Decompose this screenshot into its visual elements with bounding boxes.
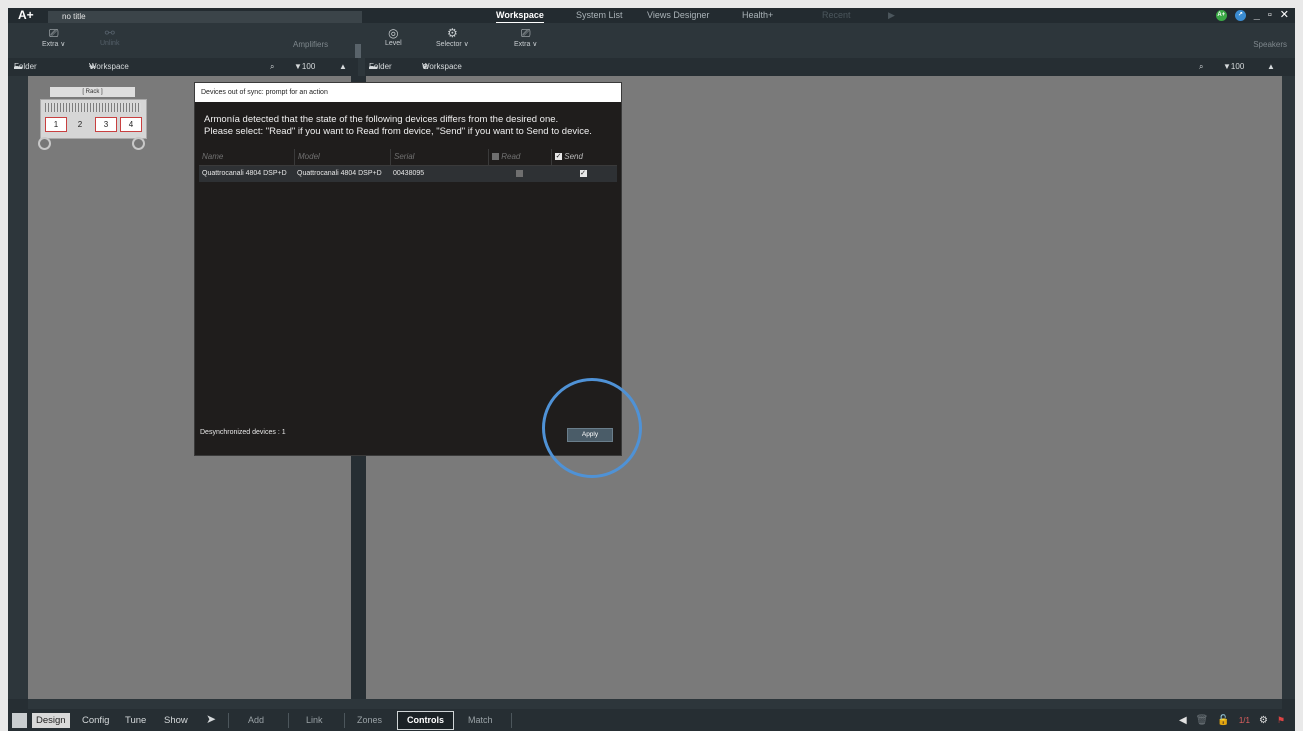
horizontal-scrollbar[interactable] [28, 699, 1282, 709]
column-send[interactable]: ✓ Send [551, 149, 615, 165]
rack-channel[interactable]: 4 [120, 117, 142, 132]
separator [511, 713, 512, 728]
rocket-icon[interactable]: ↗ [1234, 10, 1246, 21]
pointer-icon[interactable]: ➤ [206, 712, 216, 726]
selector-button[interactable]: ⚙ Selector ∨ [436, 26, 469, 49]
speaker-icon[interactable]: ◀ [1179, 715, 1187, 726]
language-flag-icon[interactable]: ⚑ [1277, 715, 1285, 726]
rack-wheel [38, 137, 51, 150]
minimize-icon[interactable]: _ [1254, 8, 1260, 23]
highlight-circle [542, 378, 642, 478]
zoom-level-right[interactable]: ▼ 100 % [1223, 58, 1244, 89]
zoom-icon[interactable]: ⌕ [270, 58, 274, 76]
separator [228, 713, 229, 728]
page-counter: 1/1 [1238, 716, 1250, 725]
toolbar-splitter[interactable] [355, 44, 361, 58]
grid-header: Name Model Serial Read ✓ Send [199, 149, 617, 166]
title-bar: A+ no title Workspace System List Views … [8, 8, 1295, 23]
zoom-level-left[interactable]: ▼ 100 % [294, 58, 315, 89]
rack-channel[interactable]: 1 [45, 117, 67, 132]
tab-match[interactable]: Match [462, 713, 499, 728]
extra-button-right[interactable]: ⎚ Extra ∨ [514, 26, 538, 49]
chevron-down-icon: ∨ [422, 62, 428, 71]
chevron-down-icon: ∨ [60, 41, 66, 48]
tab-system-list[interactable]: System List [576, 8, 623, 23]
column-serial[interactable]: Serial [390, 149, 488, 165]
device-name: Quattrocanali 4804 DSP+D [202, 170, 287, 177]
mode-tune[interactable]: Tune [121, 713, 150, 728]
mode-show[interactable]: Show [160, 713, 192, 728]
online-status-icon[interactable]: A+ [1215, 10, 1227, 21]
collapse-up-icon[interactable]: ▲ [339, 58, 347, 76]
level-button[interactable]: ◎ Level [385, 26, 402, 48]
zoom-icon[interactable]: ⌕ [1199, 58, 1203, 76]
rack-grille [45, 103, 141, 112]
read-checkbox[interactable] [516, 169, 523, 177]
monitor-icon: ⎚ [48, 26, 59, 40]
desync-count: Desynchronized devices : 1 [200, 429, 286, 436]
devices-grid: Name Model Serial Read ✓ Send Quattrocan… [199, 149, 617, 182]
tab-workspace[interactable]: Workspace [496, 8, 544, 23]
document-title[interactable]: no title [48, 11, 362, 23]
extra-button-left[interactable]: ⎚ Extra ∨ [42, 26, 66, 49]
table-row[interactable]: Quattrocanali 4804 DSP+D Quattrocanali 4… [199, 166, 617, 182]
gear-icon[interactable]: ⚙ [1259, 715, 1268, 726]
dialog-message: Armonía detected that the state of the f… [204, 114, 592, 137]
tab-health[interactable]: Health+ [742, 8, 773, 23]
rack-wheel [132, 137, 145, 150]
close-icon[interactable]: ✕ [1280, 8, 1289, 23]
chevron-down-icon: ∨ [532, 41, 538, 48]
device-model: Quattrocanali 4804 DSP+D [297, 170, 382, 177]
tab-zones[interactable]: Zones [351, 713, 388, 728]
unlock-icon[interactable]: 🔓 [1217, 715, 1229, 726]
rack-body: 1 2 3 4 [40, 99, 147, 139]
collapse-up-icon[interactable]: ▲ [1267, 58, 1275, 76]
dialog-title: Devices out of sync: prompt for an actio… [195, 83, 621, 102]
column-name[interactable]: Name [199, 149, 294, 165]
selector-icon: ⚙ [447, 26, 458, 40]
tab-controls[interactable]: Controls [397, 711, 454, 730]
tab-link[interactable]: Link [300, 713, 329, 728]
rack-channel[interactable]: 2 [69, 117, 91, 132]
layout-toggle-icon[interactable] [12, 713, 27, 728]
rack-label: [ Rack ] [50, 87, 135, 97]
play-icon[interactable]: ▶ [888, 8, 895, 23]
speakers-section-label: Speakers [1253, 40, 1287, 49]
mode-design[interactable]: Design [32, 713, 70, 728]
tab-recent[interactable]: Recent [822, 8, 851, 23]
unlink-icon: ⚯ [104, 26, 115, 40]
rack-channel[interactable]: 3 [95, 117, 117, 132]
column-read[interactable]: Read [488, 149, 551, 165]
read-all-checkbox[interactable] [492, 153, 499, 161]
amplifiers-section-label: Amplifiers [293, 40, 329, 49]
send-checkbox[interactable]: ✓ [579, 169, 587, 177]
send-all-checkbox[interactable]: ✓ [555, 153, 562, 161]
trash-icon[interactable]: 🗑 [1196, 715, 1209, 726]
level-icon: ◎ [388, 26, 399, 40]
tab-views-designer[interactable]: Views Designer [647, 8, 709, 23]
rack-device[interactable]: [ Rack ] 1 2 3 4 [38, 87, 147, 151]
separator [344, 713, 345, 728]
device-serial: 00438095 [393, 170, 425, 177]
column-model[interactable]: Model [294, 149, 390, 165]
tab-add[interactable]: Add [242, 713, 270, 728]
window-controls: A+ ↗ _ ▫ ✕ [1215, 8, 1289, 23]
main-toolbar: ⎚ Extra ∨ ⚯ Unlink Amplifiers ◎ Level ⚙ … [8, 23, 1295, 58]
chevron-down-icon: ∨ [89, 62, 95, 71]
vertical-scrollbar[interactable] [1282, 76, 1295, 699]
app-logo: A+ [18, 8, 34, 22]
app-window: A+ no title Workspace System List Views … [8, 8, 1295, 731]
chevron-down-icon: ∨ [463, 41, 469, 48]
monitor-icon: ⎚ [520, 26, 531, 40]
maximize-icon[interactable]: ▫ [1268, 8, 1272, 23]
status-icons: ◀ 🗑 🔓 1/1 ⚙ ⚑ [1179, 713, 1285, 728]
right-panel-header: ▬ Folder ⊙ Workspace ∨ ⌕ ▼ 100 % ▲ [365, 58, 1295, 89]
separator [288, 713, 289, 728]
left-panel-header: ▬ Folder ↝ Workspace ∨ ⌕ ▼ 100 % ▲ [8, 58, 358, 89]
unlink-button[interactable]: ⚯ Unlink [100, 26, 119, 48]
mode-config[interactable]: Config [78, 713, 113, 728]
